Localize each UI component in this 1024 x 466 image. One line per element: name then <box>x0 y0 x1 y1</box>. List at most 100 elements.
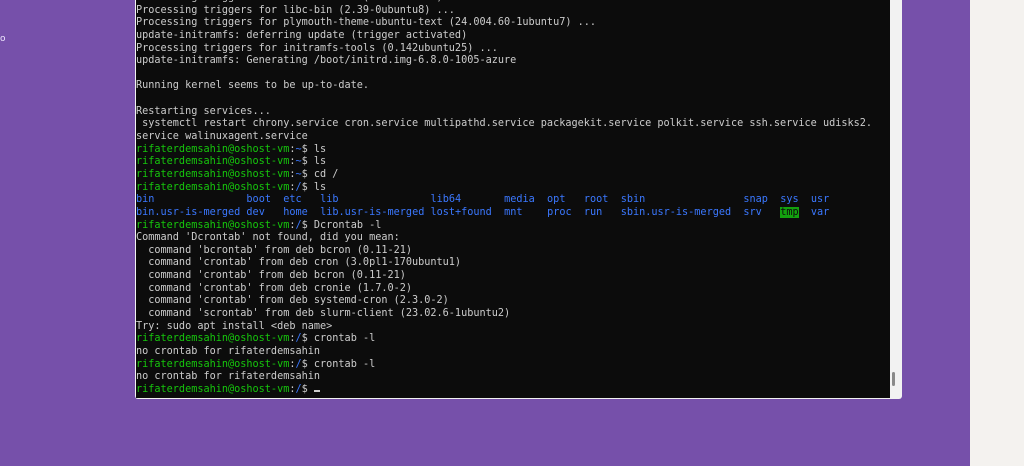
terminal-line: rifaterdemsahin@oshost-vm:~$ ls <box>136 144 890 157</box>
terminal-text-segment: command 'crontab' from deb bcron (0.11-2… <box>136 270 406 282</box>
terminal-text-segment: Processing triggers for initramfs-tools … <box>136 42 498 54</box>
directory-entry: sbin <box>620 194 646 206</box>
directory-entry: opt <box>547 194 566 206</box>
prompt-user: rifaterdemsahin@oshost-vm <box>136 143 290 155</box>
terminal-text-segment: service walinuxagent.service <box>136 131 308 143</box>
terminal-text-segment: command 'crontab' from deb cron (3.0pl1-… <box>136 257 462 269</box>
terminal-text-segment: $ ls <box>301 143 327 155</box>
terminal-text-segment: no crontab for rifaterdemsahin <box>136 371 321 383</box>
prompt-user: rifaterdemsahin@oshost-vm <box>136 181 290 193</box>
terminal-scrollbar[interactable] <box>892 372 895 386</box>
terminal-text-segment: command 'scrontab' from deb slurm-client… <box>136 308 511 320</box>
terminal-line: command 'crontab' from deb cron (3.0pl1-… <box>136 257 890 270</box>
terminal-line: Processing triggers for libc-bin (2.39-0… <box>136 5 890 18</box>
directory-entry: dev <box>246 206 265 218</box>
directory-entry: root <box>583 194 609 206</box>
terminal-line: no crontab for rifaterdemsahin <box>136 371 890 384</box>
terminal-text-segment: $ ls <box>301 181 327 193</box>
directory-entry: lib.usr-is-merged <box>320 206 425 218</box>
terminal-line: Command 'Dcrontab' not found, did you me… <box>136 232 890 245</box>
prompt-user: rifaterdemsahin@oshost-vm <box>136 333 290 345</box>
terminal-line: bin.usr-is-merged dev home lib.usr-is-me… <box>136 206 890 220</box>
directory-entry: media <box>504 194 535 206</box>
terminal-text-segment: Processing triggers for install-info (7.… <box>136 0 467 3</box>
side-panel <box>970 0 1024 466</box>
terminal-text-segment: Processing triggers for plymouth-theme-u… <box>136 17 597 29</box>
directory-entry: proc <box>547 206 572 218</box>
terminal-window[interactable]: Processing triggers for install-info (7.… <box>135 0 902 399</box>
terminal-text-segment: $ <box>301 383 314 395</box>
terminal-output-pane[interactable]: Processing triggers for install-info (7.… <box>136 0 890 398</box>
terminal-line: Try: sudo apt install <deb name> <box>136 321 890 334</box>
terminal-line: no crontab for rifaterdemsahin <box>136 346 890 359</box>
terminal-line: rifaterdemsahin@oshost-vm:~$ ls <box>136 156 890 169</box>
terminal-text-segment: Running kernel seems to be up-to-date. <box>136 80 370 92</box>
terminal-line: rifaterdemsahin@oshost-vm:/$ crontab -l <box>136 333 890 346</box>
directory-entry: lib <box>320 194 339 206</box>
terminal-text-segment: update-initramfs: Generating /boot/initr… <box>136 55 517 67</box>
prompt-user: rifaterdemsahin@oshost-vm <box>136 383 290 395</box>
prompt-user: rifaterdemsahin@oshost-vm <box>136 156 290 168</box>
terminal-text-segment: command 'crontab' from deb cronie (1.7.0… <box>136 282 413 294</box>
terminal-line: Running kernel seems to be up-to-date. <box>136 80 890 93</box>
terminal-line: Processing triggers for initramfs-tools … <box>136 43 890 56</box>
terminal-line: rifaterdemsahin@oshost-vm:/$ Dcrontab -l <box>136 220 890 233</box>
terminal-line: rifaterdemsahin@oshost-vm:~$ cd / <box>136 169 890 182</box>
directory-entry: srv <box>743 206 762 218</box>
terminal-line: bin boot etc lib lib64 media opt root sb… <box>136 194 890 207</box>
directory-entry: mnt <box>504 206 523 218</box>
terminal-line: update-initramfs: deferring update (trig… <box>136 30 890 43</box>
terminal-text-segment: no crontab for rifaterdemsahin <box>136 345 321 357</box>
left-glyph: o <box>0 34 6 44</box>
directory-entry: boot <box>246 194 271 206</box>
terminal-line: systemctl restart chrony.service cron.se… <box>136 118 890 131</box>
terminal-text-segment: $ Dcrontab -l <box>301 219 382 231</box>
directory-entry: snap <box>743 194 768 206</box>
terminal-text-segment: $ ls <box>301 156 327 168</box>
directory-entry: home <box>283 206 308 218</box>
terminal-line: update-initramfs: Generating /boot/initr… <box>136 55 890 68</box>
terminal-line: command 'crontab' from deb cronie (1.7.0… <box>136 283 890 296</box>
terminal-line: service walinuxagent.service <box>136 131 890 144</box>
terminal-text-segment: Try: sudo apt install <deb name> <box>136 320 333 332</box>
directory-entry: lib64 <box>430 194 462 206</box>
directory-entry: bin <box>136 194 155 206</box>
terminal-line: command 'bcrontab' from deb bcron (0.11-… <box>136 245 890 258</box>
terminal-line: rifaterdemsahin@oshost-vm:/$ crontab -l <box>136 359 890 372</box>
terminal-line: command 'crontab' from deb bcron (0.11-2… <box>136 270 890 283</box>
directory-entry: sbin.usr-is-merged <box>620 206 732 218</box>
directory-entry: lost+found <box>430 206 492 218</box>
terminal-text-segment: update-initramfs: deferring update (trig… <box>136 29 468 41</box>
terminal-text-segment: Processing triggers for libc-bin (2.39-0… <box>136 4 455 16</box>
directory-entry: bin.usr-is-merged <box>136 206 241 218</box>
terminal-line: command 'crontab' from deb systemd-cron … <box>136 295 890 308</box>
terminal-text-segment: Restarting services... <box>136 105 271 117</box>
text-cursor <box>313 389 320 392</box>
prompt-user: rifaterdemsahin@oshost-vm <box>136 358 290 370</box>
terminal-text-segment: command 'bcrontab' from deb bcron (0.11-… <box>136 244 413 256</box>
terminal-text-segment: command 'crontab' from deb systemd-cron … <box>136 295 449 307</box>
terminal-line: Restarting services... <box>136 106 890 119</box>
terminal-text-segment: $ cd / <box>301 168 339 180</box>
terminal-text-segment: Command 'Dcrontab' not found, did you me… <box>136 232 400 244</box>
terminal-line: Processing triggers for plymouth-theme-u… <box>136 17 890 30</box>
directory-entry: etc <box>283 194 302 206</box>
